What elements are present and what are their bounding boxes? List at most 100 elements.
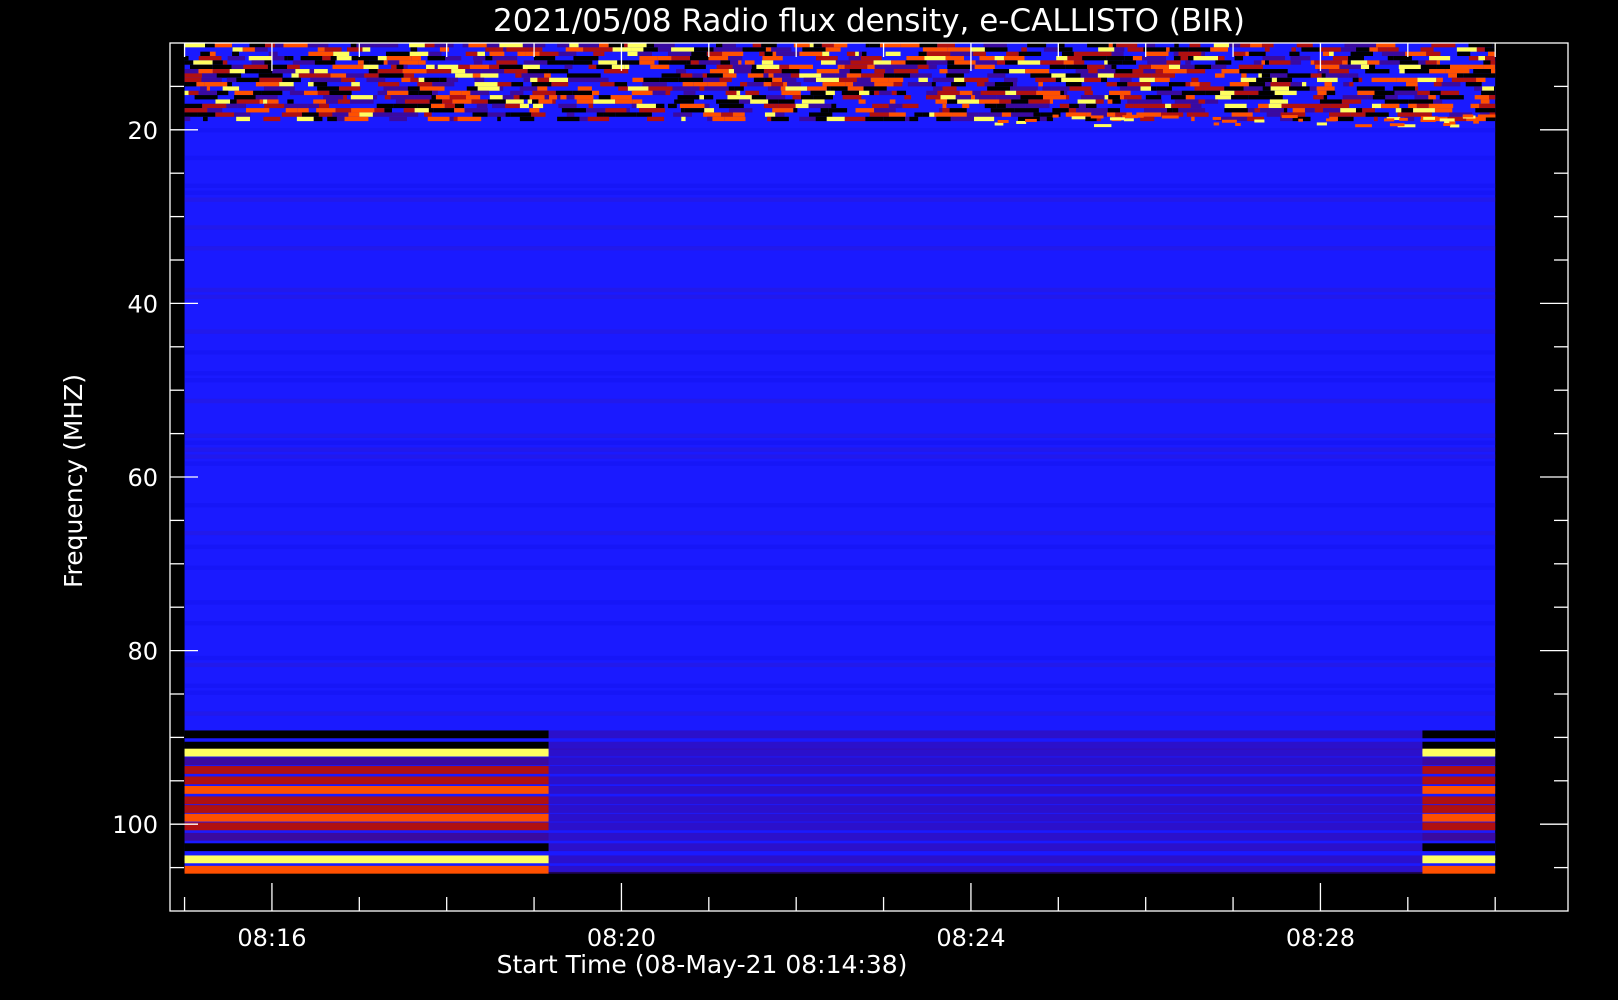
interference-cell bbox=[787, 82, 802, 87]
interference-streak bbox=[1281, 115, 1298, 119]
interference-cell bbox=[351, 108, 375, 113]
interference-cell bbox=[1039, 116, 1047, 122]
interference-cell bbox=[258, 73, 283, 78]
interference-cell bbox=[557, 95, 561, 100]
interference-cell bbox=[820, 108, 829, 113]
interference-cell bbox=[955, 95, 971, 100]
interference-cell bbox=[1108, 43, 1113, 48]
interference-cell bbox=[1061, 77, 1085, 83]
interference-cell bbox=[1127, 47, 1144, 52]
interference-cell bbox=[1065, 112, 1087, 117]
interference-cell bbox=[596, 64, 612, 70]
interference-cell bbox=[984, 103, 997, 109]
interference-streak bbox=[1016, 120, 1027, 124]
interference-cell bbox=[905, 60, 927, 65]
interference-cell bbox=[763, 73, 769, 78]
interference-cell bbox=[657, 47, 672, 52]
interference-cell bbox=[937, 43, 955, 48]
interference-cell bbox=[1014, 108, 1039, 113]
interference-cell bbox=[853, 82, 875, 87]
spectrogram-band bbox=[184, 454, 1496, 459]
interference-cell bbox=[1328, 69, 1336, 74]
interference-cell bbox=[636, 112, 652, 117]
interference-cell bbox=[1374, 90, 1395, 96]
interference-streak bbox=[1477, 114, 1496, 118]
spectrogram-band bbox=[184, 440, 1496, 445]
interference-cell bbox=[1248, 51, 1266, 57]
interference-cell bbox=[891, 90, 897, 96]
interference-cell bbox=[680, 73, 693, 78]
fm-row bbox=[548, 730, 1423, 739]
interference-cell bbox=[343, 95, 347, 100]
interference-cell bbox=[463, 64, 470, 70]
interference-cell bbox=[1408, 99, 1434, 104]
interference-cell bbox=[1193, 112, 1209, 117]
interference-cell bbox=[869, 90, 875, 96]
interference-cell bbox=[474, 82, 498, 87]
interference-cell bbox=[1262, 86, 1271, 91]
interference-streak bbox=[1071, 116, 1086, 120]
interference-cell bbox=[383, 60, 388, 65]
interference-cell bbox=[383, 86, 408, 91]
interference-cell bbox=[1190, 82, 1200, 87]
spectrogram-band bbox=[184, 690, 1496, 695]
interference-streak bbox=[1298, 118, 1303, 122]
interference-cell bbox=[1268, 103, 1282, 109]
interference-cell bbox=[1143, 108, 1168, 113]
interference-cell bbox=[451, 69, 466, 74]
interference-cell bbox=[1292, 108, 1305, 113]
interference-streak bbox=[1443, 123, 1451, 127]
spectrogram-band bbox=[184, 433, 1496, 438]
interference-cell bbox=[828, 108, 848, 113]
interference-cell bbox=[454, 103, 465, 109]
interference-cell bbox=[1323, 108, 1341, 113]
interference-cell bbox=[708, 56, 729, 61]
interference-cell bbox=[1229, 43, 1241, 48]
interference-cell bbox=[709, 69, 729, 74]
interference-cell bbox=[822, 51, 830, 57]
interference-cell bbox=[1028, 99, 1050, 104]
interference-cell bbox=[433, 108, 455, 113]
interference-cell bbox=[189, 64, 213, 70]
interference-cell bbox=[583, 47, 595, 52]
interference-cell bbox=[253, 90, 262, 96]
fm-row bbox=[1422, 757, 1496, 766]
interference-cell bbox=[1111, 64, 1117, 70]
interference-cell bbox=[1245, 51, 1249, 57]
interference-cell bbox=[907, 82, 932, 87]
interference-cell bbox=[1202, 86, 1225, 91]
interference-cell bbox=[538, 99, 553, 104]
interference-cell bbox=[1004, 77, 1018, 83]
interference-cell bbox=[925, 95, 941, 100]
spectrogram-chart: 2021/05/08 Radio flux density, e-CALLIST… bbox=[0, 0, 1618, 1000]
interference-cell bbox=[1343, 82, 1350, 87]
interference-cell bbox=[248, 56, 273, 61]
interference-cell bbox=[1016, 90, 1037, 96]
interference-cell bbox=[980, 90, 1006, 96]
interference-cell bbox=[263, 86, 271, 91]
interference-cell bbox=[296, 116, 314, 122]
interference-cell bbox=[1171, 103, 1191, 109]
interference-cell bbox=[677, 95, 700, 100]
interference-cell bbox=[1309, 86, 1317, 91]
interference-cell bbox=[929, 112, 935, 117]
interference-cell bbox=[631, 90, 653, 96]
interference-cell bbox=[359, 112, 373, 117]
interference-cell bbox=[292, 60, 315, 65]
interference-cell bbox=[724, 116, 746, 122]
interference-cell bbox=[979, 56, 995, 61]
interference-cell bbox=[1296, 43, 1313, 48]
interference-cell bbox=[1084, 90, 1093, 96]
interference-cell bbox=[667, 51, 692, 57]
interference-cell bbox=[833, 43, 848, 48]
interference-cell bbox=[461, 90, 471, 96]
interference-cell bbox=[1125, 103, 1134, 109]
interference-cell bbox=[1356, 47, 1370, 52]
interference-cell bbox=[403, 73, 415, 78]
interference-cell bbox=[874, 64, 883, 70]
interference-cell bbox=[313, 116, 323, 122]
interference-cell bbox=[1021, 47, 1027, 52]
interference-cell bbox=[765, 47, 772, 52]
interference-cell bbox=[767, 116, 772, 122]
spectrogram-band bbox=[184, 155, 1496, 161]
